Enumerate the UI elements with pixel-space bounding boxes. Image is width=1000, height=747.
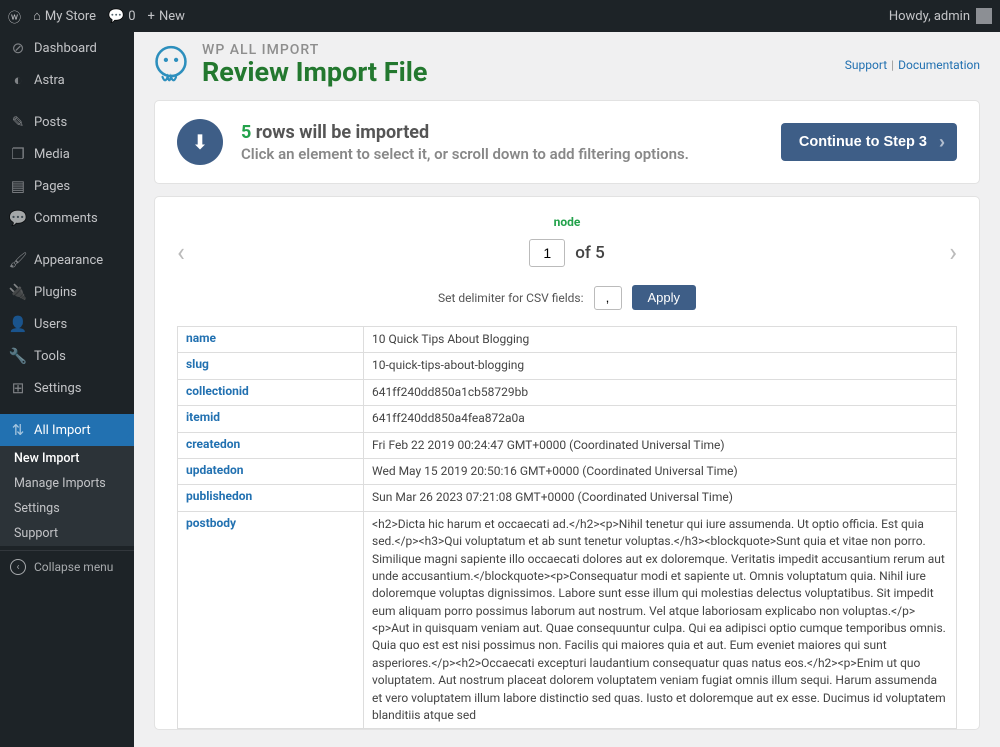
wrench-icon: 🔧 — [10, 347, 26, 365]
field-key: createdon — [178, 432, 364, 458]
field-value: 641ff240dd850a1cb58729bb — [364, 379, 957, 405]
wordpress-icon: ⓦ — [8, 7, 21, 26]
menu-settings[interactable]: ⊞Settings — [0, 372, 134, 404]
site-name: My Store — [45, 9, 96, 24]
collapse-icon: ‹ — [10, 559, 26, 575]
field-value: <h2>Dicta hic harum et occaecati ad.</h2… — [364, 511, 957, 729]
delimiter-input[interactable] — [594, 286, 622, 310]
submenu-new-import[interactable]: New Import — [0, 446, 134, 471]
table-row[interactable]: publishedonSun Mar 26 2023 07:21:08 GMT+… — [178, 485, 957, 511]
menu-all-import[interactable]: ⇅All Import — [0, 414, 134, 446]
menu-appearance[interactable]: 🖌Appearance — [0, 244, 134, 276]
pin-icon: ✎ — [10, 113, 26, 131]
menu-users[interactable]: 👤Users — [0, 308, 134, 340]
field-key: name — [178, 327, 364, 353]
admin-bar: ⓦ ⌂ My Store 💬0 +New Howdy, admin — [0, 0, 1000, 32]
menu-astra[interactable]: ◐Astra — [0, 64, 134, 96]
dashboard-icon: ⊘ — [10, 39, 26, 57]
field-value: 10 Quick Tips About Blogging — [364, 327, 957, 353]
field-key: publishedon — [178, 485, 364, 511]
intro-card: ⬇ 5 rows will be imported Click an eleme… — [154, 100, 980, 184]
site-link[interactable]: ⌂ My Store — [33, 8, 96, 24]
field-value: 10-quick-tips-about-blogging — [364, 353, 957, 379]
menu-posts[interactable]: ✎Posts — [0, 106, 134, 138]
submenu-settings[interactable]: Settings — [0, 496, 134, 521]
field-value: Wed May 15 2019 20:50:16 GMT+0000 (Coord… — [364, 458, 957, 484]
support-link[interactable]: Support — [845, 58, 887, 72]
page-header: WP ALL IMPORT Review Import File Support… — [154, 42, 980, 88]
wp-logo[interactable]: ⓦ — [8, 7, 21, 26]
user-icon: 👤 — [10, 315, 26, 333]
collapse-menu[interactable]: ‹Collapse menu — [0, 550, 134, 583]
submenu-support[interactable]: Support — [0, 521, 134, 546]
main-content: WP ALL IMPORT Review Import File Support… — [134, 32, 1000, 747]
table-row[interactable]: name10 Quick Tips About Blogging — [178, 327, 957, 353]
header-links: Support|Documentation — [845, 58, 980, 72]
field-key: slug — [178, 353, 364, 379]
admin-sidebar: ⊘Dashboard ◐Astra ✎Posts ❐Media ▤Pages 💬… — [0, 32, 134, 747]
continue-button[interactable]: Continue to Step 3 — [781, 123, 957, 161]
delimiter-label: Set delimiter for CSV fields: — [438, 291, 584, 305]
wpallimport-logo-icon — [154, 44, 188, 86]
page-title: Review Import File — [202, 56, 831, 88]
table-row[interactable]: createdonFri Feb 22 2019 00:24:47 GMT+00… — [178, 432, 957, 458]
preview-card: node ‹ of 5 › Set delimiter for CSV fiel… — [154, 196, 980, 730]
field-value: 641ff240dd850a4fea872a0a — [364, 406, 957, 432]
download-icon: ⬇ — [177, 119, 223, 165]
new-link[interactable]: +New — [148, 9, 185, 24]
greeting: Howdy, admin — [889, 9, 970, 24]
menu-dashboard[interactable]: ⊘Dashboard — [0, 32, 134, 64]
delimiter-row: Set delimiter for CSV fields: Apply — [177, 285, 957, 310]
record-total: of 5 — [575, 243, 605, 263]
menu-pages[interactable]: ▤Pages — [0, 170, 134, 202]
brush-icon: 🖌 — [10, 251, 26, 269]
comment-icon: 💬 — [10, 209, 26, 227]
menu-plugins[interactable]: 🔌Plugins — [0, 276, 134, 308]
record-table: name10 Quick Tips About Bloggingslug10-q… — [177, 326, 957, 729]
intro-hint: Click an element to select it, or scroll… — [241, 145, 763, 163]
menu-media[interactable]: ❐Media — [0, 138, 134, 170]
field-key: itemid — [178, 406, 364, 432]
comment-icon: 💬 — [108, 9, 124, 24]
table-row[interactable]: slug10-quick-tips-about-blogging — [178, 353, 957, 379]
menu-comments[interactable]: 💬Comments — [0, 202, 134, 234]
table-row[interactable]: postbody<h2>Dicta hic harum et occaecati… — [178, 511, 957, 729]
apply-delimiter-button[interactable]: Apply — [632, 285, 697, 310]
next-record-button[interactable]: › — [949, 238, 957, 268]
avatar — [976, 8, 992, 24]
settings-icon: ⊞ — [10, 379, 26, 397]
comments-link[interactable]: 💬0 — [108, 9, 136, 24]
menu-tools[interactable]: 🔧Tools — [0, 340, 134, 372]
table-row[interactable]: itemid641ff240dd850a4fea872a0a — [178, 406, 957, 432]
field-value: Sun Mar 26 2023 07:21:08 GMT+0000 (Coord… — [364, 485, 957, 511]
plus-icon: + — [148, 9, 155, 24]
plugin-icon: 🔌 — [10, 283, 26, 301]
account-menu[interactable]: Howdy, admin — [889, 8, 992, 24]
field-key: updatedon — [178, 458, 364, 484]
rows-summary: 5 rows will be imported — [241, 122, 763, 143]
submenu-manage-imports[interactable]: Manage Imports — [0, 471, 134, 496]
table-row[interactable]: collectionid641ff240dd850a1cb58729bb — [178, 379, 957, 405]
record-index-input[interactable] — [529, 239, 565, 267]
node-label: node — [177, 215, 957, 229]
home-icon: ⌂ — [33, 8, 41, 24]
field-key: postbody — [178, 511, 364, 729]
import-icon: ⇅ — [10, 421, 26, 439]
record-pager: ‹ of 5 › — [177, 239, 957, 267]
table-row[interactable]: updatedonWed May 15 2019 20:50:16 GMT+00… — [178, 458, 957, 484]
astra-icon: ◐ — [10, 71, 26, 89]
field-key: collectionid — [178, 379, 364, 405]
page-icon: ▤ — [10, 177, 26, 195]
prev-record-button[interactable]: ‹ — [177, 238, 185, 268]
field-value: Fri Feb 22 2019 00:24:47 GMT+0000 (Coord… — [364, 432, 957, 458]
media-icon: ❐ — [10, 145, 26, 163]
documentation-link[interactable]: Documentation — [898, 58, 980, 72]
